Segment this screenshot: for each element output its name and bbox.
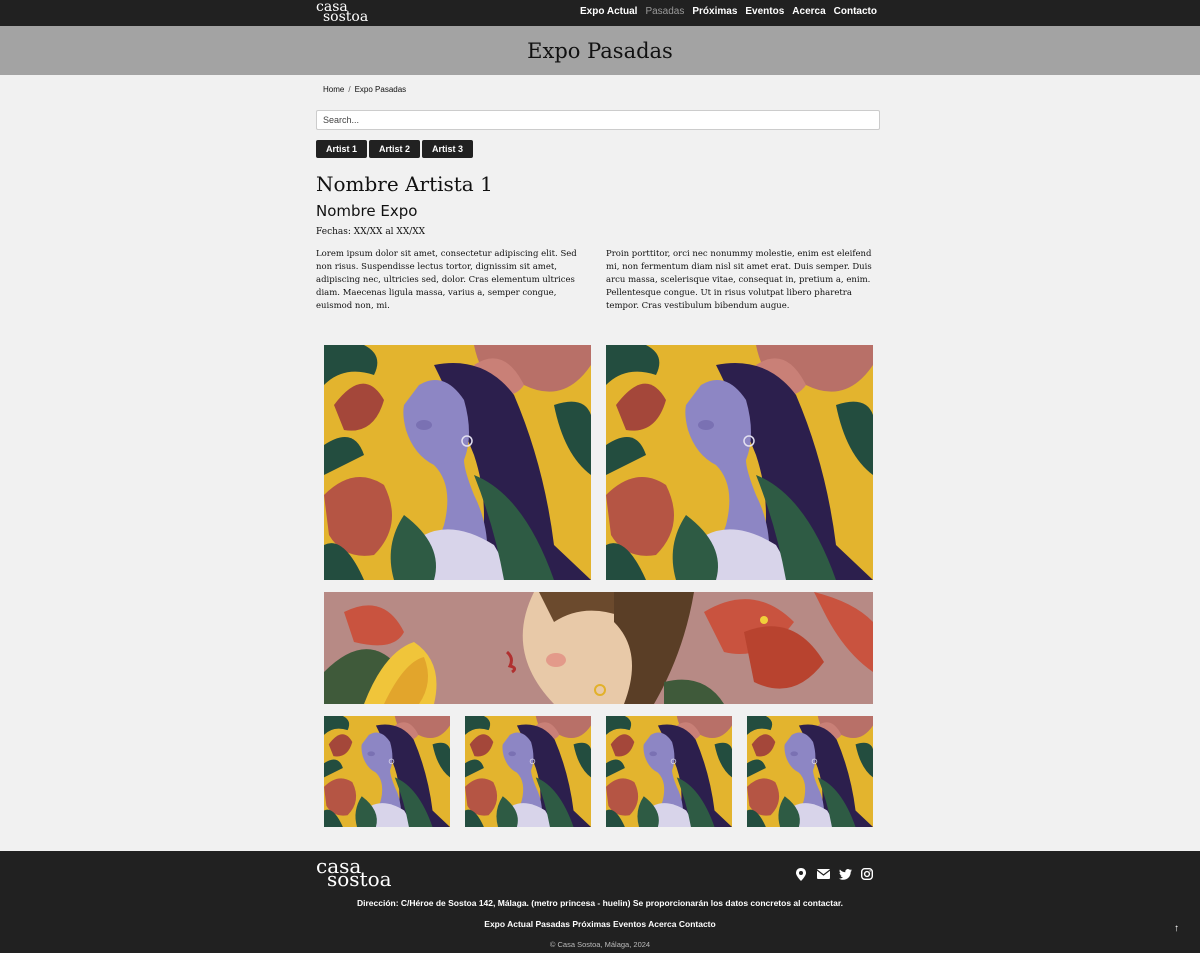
artist-filter-buttons: Artist 1 Artist 2 Artist 3: [316, 140, 474, 158]
nav-link-pasadas[interactable]: Pasadas: [645, 6, 684, 17]
footer-address: Dirección: C/Héroe de Sostoa 142, Málaga…: [356, 898, 844, 908]
artist-1-button[interactable]: Artist 1: [316, 140, 368, 158]
footer-brand-logo[interactable]: casa sostoa: [316, 856, 392, 891]
description-paragraph-1: Lorem ipsum dolor sit amet, consectetur …: [316, 249, 577, 311]
artist-2-button[interactable]: Artist 2: [369, 140, 421, 158]
gallery-thumbnail-1[interactable]: [324, 716, 450, 827]
breadcrumb-home[interactable]: Home: [323, 85, 344, 94]
portrait-artwork-illustration: [606, 716, 732, 827]
footer-links: Expo Actual Pasadas Próximas Eventos Ace…: [0, 919, 1200, 929]
artist-name-heading: Nombre Artista 1: [316, 172, 493, 196]
wide-artwork-illustration: [324, 592, 873, 704]
site-footer: casa sostoa Dirección: C/Héroe de Sostoa…: [0, 851, 1200, 953]
brand-line-2: sostoa: [323, 9, 369, 25]
footer-copyright: © Casa Sostoa, Málaga, 2024: [549, 940, 651, 949]
page-banner: Expo Pasadas: [0, 26, 1200, 75]
footer-link-acerca[interactable]: Acerca: [648, 919, 676, 929]
portrait-artwork-illustration: [324, 716, 450, 827]
instagram-icon[interactable]: [860, 867, 874, 881]
brand-logo[interactable]: casa sostoa: [316, 0, 369, 25]
footer-brand-line-2: sostoa: [327, 867, 392, 891]
twitter-icon[interactable]: [838, 867, 852, 881]
nav-link-eventos[interactable]: Eventos: [745, 6, 784, 17]
gallery-thumbnail-4[interactable]: [747, 716, 873, 827]
map-pin-icon[interactable]: [794, 867, 808, 881]
nav-link-expo-actual[interactable]: Expo Actual: [580, 6, 637, 17]
gallery-image-large-2[interactable]: [606, 345, 873, 580]
description-paragraph-2: Proin porttitor, orci nec nonummy molest…: [606, 249, 872, 311]
footer-link-pasadas[interactable]: Pasadas: [535, 919, 570, 929]
breadcrumb-current: Expo Pasadas: [354, 85, 407, 94]
footer-link-contacto[interactable]: Contacto: [679, 919, 716, 929]
gallery-image-wide[interactable]: [324, 592, 873, 704]
expo-dates: Fechas: XX/XX al XX/XX: [316, 227, 426, 237]
back-to-top-arrow-icon[interactable]: ↑: [1174, 923, 1179, 934]
breadcrumb: Home / Expo Pasadas: [323, 85, 406, 94]
top-navbar: casa sostoa Expo Actual Pasadas Próximas…: [0, 0, 1200, 26]
nav-link-proximas[interactable]: Próximas: [692, 6, 737, 17]
portrait-artwork-illustration: [324, 345, 591, 580]
footer-link-eventos[interactable]: Eventos: [613, 919, 646, 929]
page-title: Expo Pasadas: [527, 38, 673, 63]
gallery-image-large-1[interactable]: [324, 345, 591, 580]
social-links: [794, 867, 874, 881]
nav-link-contacto[interactable]: Contacto: [834, 6, 877, 17]
envelope-icon[interactable]: [816, 867, 830, 881]
portrait-artwork-illustration: [747, 716, 873, 827]
expo-name-heading: Nombre Expo: [316, 202, 418, 220]
search-input[interactable]: [316, 110, 880, 130]
gallery-thumbnail-3[interactable]: [606, 716, 732, 827]
nav-menu: Expo Actual Pasadas Próximas Eventos Ace…: [580, 6, 877, 17]
nav-link-acerca[interactable]: Acerca: [792, 6, 825, 17]
artist-3-button[interactable]: Artist 3: [422, 140, 474, 158]
gallery-thumbnail-2[interactable]: [465, 716, 591, 827]
breadcrumb-separator: /: [348, 85, 351, 94]
portrait-artwork-illustration: [465, 716, 591, 827]
footer-link-expo-actual[interactable]: Expo Actual: [484, 919, 533, 929]
footer-link-proximas[interactable]: Próximas: [572, 919, 610, 929]
portrait-artwork-illustration: [606, 345, 873, 580]
